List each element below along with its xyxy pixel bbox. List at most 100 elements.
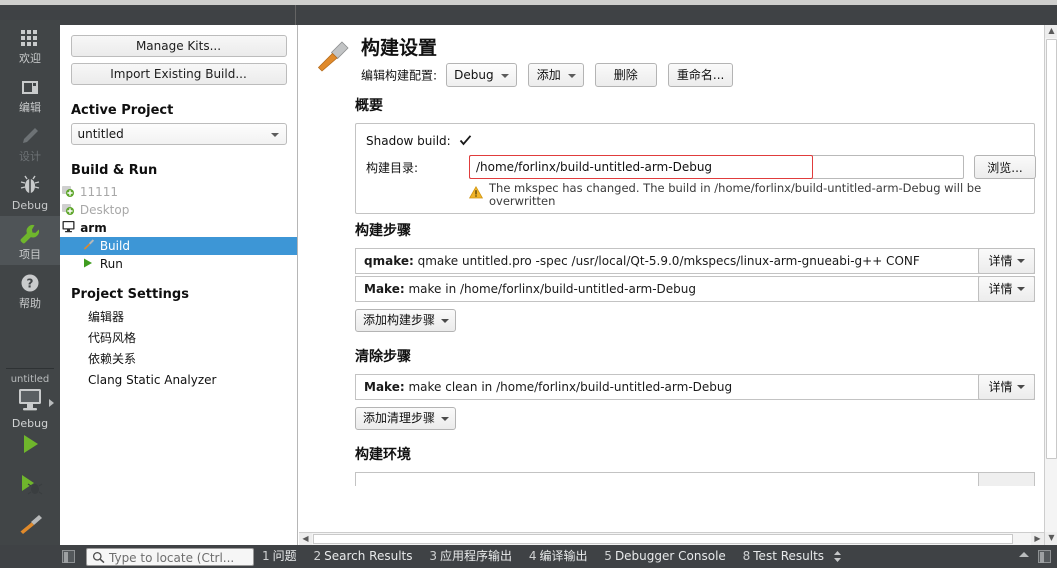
output-tab-application-output[interactable]: 3 应用程序输出 — [429, 545, 512, 568]
browse-button[interactable]: 浏览... — [974, 155, 1036, 179]
shadow-build-label: Shadow build: — [366, 134, 451, 148]
remove-config-button[interactable]: 删除 — [594, 63, 657, 87]
build-directory-warning: The mkspec has changed. The build in /ho… — [469, 183, 1024, 205]
build-directory-input[interactable] — [469, 155, 964, 179]
clean-step-make: Make: make clean in /home/forlinx/build-… — [355, 374, 1035, 400]
mode-item-label: 帮助 — [19, 297, 41, 310]
tab-number: 2 — [313, 549, 322, 563]
tree-item-11111[interactable]: 11111 — [60, 183, 297, 201]
build-step-text: Make: make in /home/forlinx/build-untitl… — [364, 277, 974, 301]
output-tab-debugger-console[interactable]: 5 Debugger Console — [604, 545, 726, 568]
mode-item-label: 欢迎 — [19, 52, 41, 65]
add-config-button[interactable]: 添加 — [527, 63, 584, 87]
build-config-value: Debug — [454, 68, 494, 82]
clean-step-details-button[interactable]: 详情 — [978, 374, 1035, 400]
build-steps-heading: 构建步骤 — [355, 223, 411, 239]
settings-item-dependencies[interactable]: 依赖关系 — [60, 349, 297, 370]
kit-warning-icon — [60, 184, 76, 202]
build-config-toolbar: 编辑构建配置: Debug 添加 删除 重命名... — [361, 63, 734, 87]
toggle-right-sidebar-button[interactable] — [1038, 550, 1051, 563]
run-button[interactable] — [0, 431, 60, 471]
chevron-down-icon — [441, 417, 450, 421]
search-icon — [92, 551, 105, 567]
build-config-combo[interactable]: Debug — [446, 63, 517, 87]
chevron-down-icon — [567, 74, 576, 78]
mode-item-label: 项目 — [19, 248, 41, 261]
top-strip-divider — [295, 5, 296, 25]
build-and-run-heading: Build & Run — [71, 163, 158, 178]
tree-item-arm[interactable]: arm — [60, 219, 297, 237]
output-tab-issues[interactable]: 1 问题 — [262, 545, 297, 568]
settings-item-editor[interactable]: 编辑器 — [60, 307, 297, 328]
horizontal-scrollbar[interactable]: ◀ ▶ — [299, 532, 1044, 545]
import-existing-build-button[interactable]: Import Existing Build... — [70, 63, 287, 85]
tree-item-desktop[interactable]: Desktop — [60, 201, 297, 219]
manage-kits-button[interactable]: Manage Kits... — [70, 35, 287, 57]
tree-item-build[interactable]: Build — [60, 237, 297, 255]
shadow-build-checkbox[interactable] — [459, 134, 472, 147]
play-icon — [17, 435, 43, 460]
tab-name: 编译输出 — [539, 549, 588, 563]
tab-name: 应用程序输出 — [439, 549, 512, 563]
summary-group: Shadow build: 构建目录: 浏览... — [355, 123, 1036, 214]
mode-item-projects[interactable]: 项目 — [0, 216, 60, 265]
settings-item-clang-static-analyzer[interactable]: Clang Static Analyzer — [60, 370, 297, 391]
tree-item-label: Desktop — [79, 203, 130, 217]
kit-project-name: untitled — [10, 374, 50, 385]
build-step-name: qmake: — [364, 254, 414, 268]
locator-input[interactable]: Type to locate (Ctrl... — [86, 548, 254, 566]
build-step-qmake: qmake: qmake untitled.pro -spec /usr/loc… — [355, 248, 1035, 274]
scroll-left-arrow-icon[interactable]: ◀ — [299, 533, 312, 545]
output-pane-more-icon[interactable] — [832, 550, 843, 563]
kit-expand-arrow-icon[interactable] — [49, 399, 54, 407]
output-tab-compile-output[interactable]: 4 编译输出 — [529, 545, 588, 568]
mode-item-debug[interactable]: Debug — [0, 167, 60, 216]
edit-build-config-label: 编辑构建配置: — [361, 68, 438, 83]
kit-config-label: Debug — [11, 417, 49, 430]
tab-number: 5 — [604, 549, 612, 563]
modebar-separator — [6, 368, 54, 369]
tab-number: 4 — [528, 549, 537, 563]
hammer-icon — [313, 37, 353, 77]
build-run-tree: 11111 Desktop arm Build Run — [60, 183, 297, 273]
tab-number: 1 — [262, 549, 270, 563]
vertical-scrollbar[interactable]: ▲ ▼ — [1044, 25, 1057, 545]
tab-name: Debugger Console — [614, 549, 726, 563]
chevron-down-icon — [1016, 287, 1025, 291]
rename-config-button[interactable]: 重命名... — [667, 63, 734, 87]
maximize-output-pane-icon[interactable] — [1019, 552, 1029, 557]
mode-item-edit[interactable]: 编辑 — [0, 69, 60, 118]
mode-item-label: Debug — [11, 199, 49, 212]
mode-selector-bar: 欢迎 编辑 设计 Debug 项目 ? 帮助 untitled Debug — [0, 20, 60, 568]
settings-item-code-style[interactable]: 代码风格 — [60, 328, 297, 349]
tab-name: Test Results — [753, 549, 825, 563]
locator-placeholder: Type to locate (Ctrl... — [109, 551, 235, 565]
project-panel: Manage Kits... Import Existing Build... … — [60, 25, 298, 545]
output-tab-test-results[interactable]: 8 Test Results — [743, 545, 824, 568]
kit-selector[interactable]: untitled Debug — [0, 373, 60, 431]
horizontal-scrollbar-thumb[interactable] — [313, 534, 1013, 544]
mode-item-welcome[interactable]: 欢迎 — [0, 20, 60, 69]
scroll-down-arrow-icon[interactable]: ▼ — [1045, 532, 1057, 545]
active-project-combo[interactable]: untitled — [70, 123, 287, 145]
build-environment-buttons-column — [978, 473, 1034, 486]
add-build-step-button[interactable]: 添加构建步骤 — [355, 309, 457, 332]
output-tab-search-results[interactable]: 2 Search Results — [313, 545, 412, 568]
clean-step-desc: make clean in /home/forlinx/build-untitl… — [408, 380, 733, 394]
details-label: 详情 — [988, 282, 1013, 296]
mode-item-design[interactable]: 设计 — [0, 118, 60, 167]
tree-item-label: arm — [80, 221, 107, 235]
build-step-details-button[interactable]: 详情 — [978, 276, 1035, 302]
add-clean-step-label: 添加清理步骤 — [363, 411, 436, 425]
scroll-up-arrow-icon[interactable]: ▲ — [1045, 25, 1057, 38]
scroll-right-arrow-icon[interactable]: ▶ — [1031, 533, 1044, 545]
debug-button[interactable] — [0, 471, 60, 511]
tree-item-run[interactable]: Run — [60, 255, 297, 273]
add-clean-step-button[interactable]: 添加清理步骤 — [355, 407, 457, 430]
chevron-down-icon — [500, 74, 509, 78]
vertical-scrollbar-thumb[interactable] — [1046, 39, 1057, 459]
build-environment-heading: 构建环境 — [355, 447, 411, 463]
build-step-details-button[interactable]: 详情 — [978, 248, 1035, 274]
mode-item-help[interactable]: ? 帮助 — [0, 265, 60, 314]
toggle-sidebar-button[interactable] — [62, 550, 75, 563]
